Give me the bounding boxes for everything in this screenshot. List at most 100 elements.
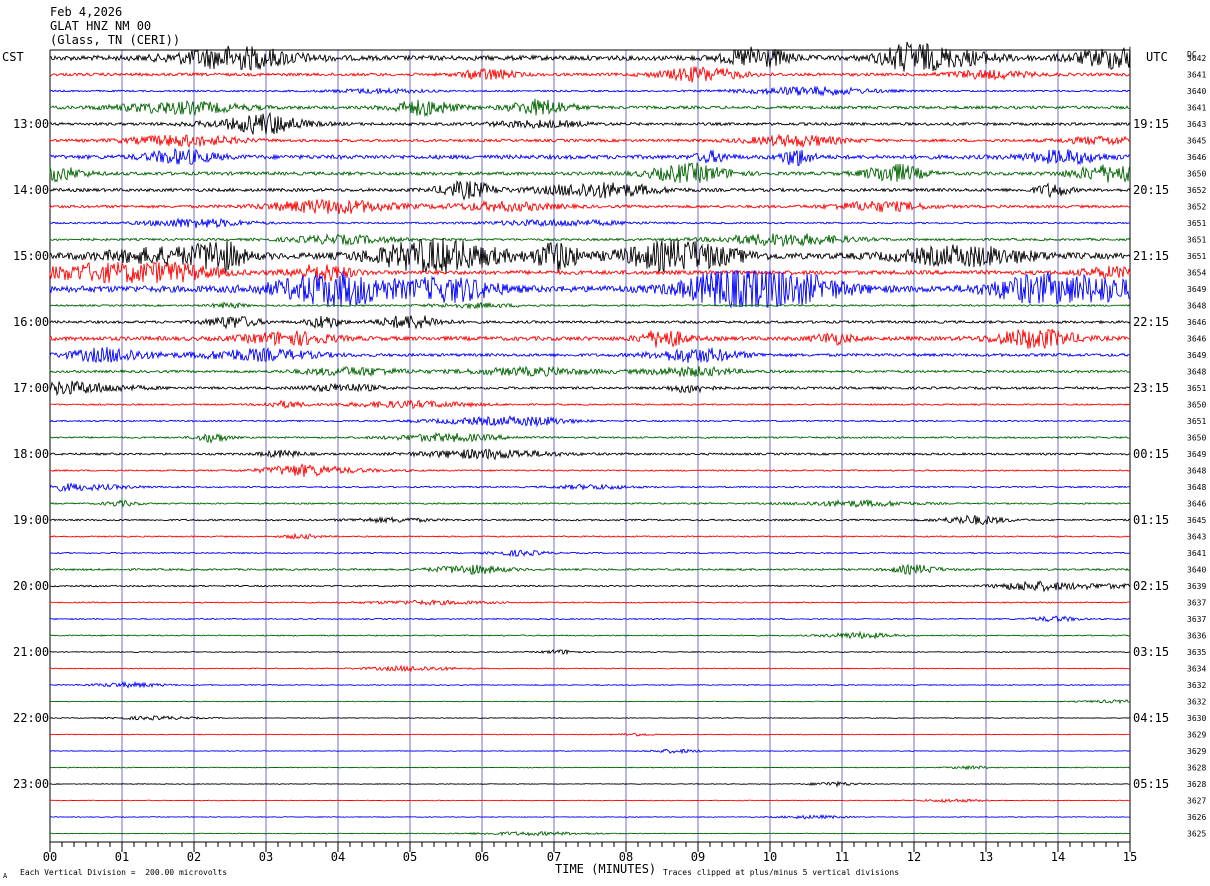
trace-29 xyxy=(49,532,1131,540)
dc-offset-label: 3646 xyxy=(1187,335,1206,344)
dc-offset-label: 3641 xyxy=(1187,549,1206,558)
right-hour-label: 22:15 xyxy=(1133,315,1169,329)
trace-27 xyxy=(49,499,1131,509)
dc-offset-label: 3654 xyxy=(1187,269,1206,278)
dc-offset-label: 3648 xyxy=(1187,467,1206,476)
right-hour-label: 20:15 xyxy=(1133,183,1169,197)
dc-offset-label: 3641 xyxy=(1187,71,1206,80)
dc-offset-label: 3626 xyxy=(1187,813,1206,822)
x-tick-label: 01 xyxy=(115,850,129,864)
dc-offset-label: 3635 xyxy=(1187,648,1206,657)
trace-35 xyxy=(49,630,1131,640)
left-hour-label: 17:00 xyxy=(13,381,49,395)
trace-10 xyxy=(49,217,1131,229)
trace-39 xyxy=(49,699,1131,705)
trace-12 xyxy=(49,238,1131,275)
dc-offset-label: 3642 xyxy=(1187,54,1206,63)
right-hour-label: 04:15 xyxy=(1133,711,1169,725)
x-tick-label: 11 xyxy=(835,850,849,864)
trace-22 xyxy=(49,415,1131,428)
trace-36 xyxy=(49,649,1131,656)
trace-21 xyxy=(49,399,1131,410)
dc-offset-label: 3632 xyxy=(1187,681,1206,690)
dc-offset-label: 3649 xyxy=(1187,351,1206,360)
right-hour-label: 00:15 xyxy=(1133,447,1169,461)
trace-20 xyxy=(49,380,1131,397)
trace-38 xyxy=(49,680,1131,689)
right-hour-label: 19:15 xyxy=(1133,117,1169,131)
left-hour-label: 15:00 xyxy=(13,249,49,263)
trace-1 xyxy=(49,66,1131,83)
trace-46 xyxy=(49,814,1131,820)
footer-clip-note: Traces clipped at plus/minus 5 vertical … xyxy=(663,868,900,877)
trace-15 xyxy=(49,301,1131,310)
trace-7 xyxy=(49,162,1131,184)
right-hour-label: 23:15 xyxy=(1133,381,1169,395)
dc-offset-label: 3645 xyxy=(1187,137,1206,146)
x-tick-label: 03 xyxy=(259,850,273,864)
right-hour-label: 05:15 xyxy=(1133,777,1169,791)
dc-offset-label: 3640 xyxy=(1187,566,1206,575)
x-tick-label: 04 xyxy=(331,850,345,864)
trace-47 xyxy=(49,830,1130,837)
trace-8 xyxy=(49,180,1131,201)
dc-offset-label: 3634 xyxy=(1187,665,1206,674)
x-tick-label: 10 xyxy=(763,850,777,864)
row-labels: 3642 3641 3640 3641 3643 3645 3646 3650 3652 3652… xyxy=(13,54,1206,839)
trace-45 xyxy=(49,798,1131,803)
left-hour-label: 20:00 xyxy=(13,579,49,593)
left-hour-label: 23:00 xyxy=(13,777,49,791)
trace-30 xyxy=(49,549,1131,558)
x-tick-label: 09 xyxy=(691,850,705,864)
trace-3 xyxy=(49,98,1131,118)
dc-offset-label: 3646 xyxy=(1187,153,1206,162)
seismogram-plot: 00 01 02 03 04 05 06 07 08 09 10 11 12 13 14 15 3642364… xyxy=(13,41,1206,864)
trace-44 xyxy=(49,780,1131,788)
trace-5 xyxy=(49,133,1131,149)
dc-offset-label: 3640 xyxy=(1187,87,1206,96)
trace-18 xyxy=(49,346,1131,364)
dc-offset-label: 3648 xyxy=(1187,483,1206,492)
right-hour-label: 21:15 xyxy=(1133,249,1169,263)
dc-offset-label: 3643 xyxy=(1187,533,1206,542)
trace-34 xyxy=(49,615,1131,623)
left-hour-label: 16:00 xyxy=(13,315,49,329)
dc-offset-label: 3652 xyxy=(1187,203,1206,212)
trace-26 xyxy=(49,482,1131,493)
trace-9 xyxy=(49,198,1131,214)
left-hour-label: 19:00 xyxy=(13,513,49,527)
dc-offset-label: 3650 xyxy=(1187,401,1206,410)
footer-mark: A xyxy=(3,872,8,880)
trace-42 xyxy=(49,748,1130,755)
dc-offset-label: 3648 xyxy=(1187,368,1206,377)
x-tick-label: 14 xyxy=(1051,850,1065,864)
x-tick-label: 05 xyxy=(403,850,417,864)
dc-offset-label: 3651 xyxy=(1187,252,1206,261)
trace-6 xyxy=(49,147,1131,166)
dc-offset-label: 3632 xyxy=(1187,698,1206,707)
right-hour-label: 02:15 xyxy=(1133,579,1169,593)
dc-offset-label: 3652 xyxy=(1187,186,1206,195)
trace-40 xyxy=(49,715,1131,721)
trace-33 xyxy=(49,599,1131,607)
x-tick-label: 13 xyxy=(979,850,993,864)
dc-offset-label: 3651 xyxy=(1187,417,1206,426)
dc-offset-label: 3628 xyxy=(1187,780,1206,789)
trace-0 xyxy=(49,41,1131,72)
trace-25 xyxy=(49,463,1131,478)
trace-23 xyxy=(49,431,1131,444)
dc-offset-label: 3637 xyxy=(1187,599,1206,608)
dc-offset-label: 3637 xyxy=(1187,615,1206,624)
x-tick-label: 06 xyxy=(475,850,489,864)
trace-17 xyxy=(49,328,1130,349)
trace-13 xyxy=(49,261,1131,284)
dc-offset-label: 3651 xyxy=(1187,219,1206,228)
trace-11 xyxy=(49,232,1131,248)
dc-offset-label: 3625 xyxy=(1187,830,1206,839)
dc-offset-label: 3649 xyxy=(1187,285,1206,294)
trace-4 xyxy=(49,111,1131,135)
trace-32 xyxy=(49,580,1131,593)
dc-offset-label: 3645 xyxy=(1187,516,1206,525)
trace-19 xyxy=(49,365,1131,377)
dc-offset-label: 3629 xyxy=(1187,731,1206,740)
